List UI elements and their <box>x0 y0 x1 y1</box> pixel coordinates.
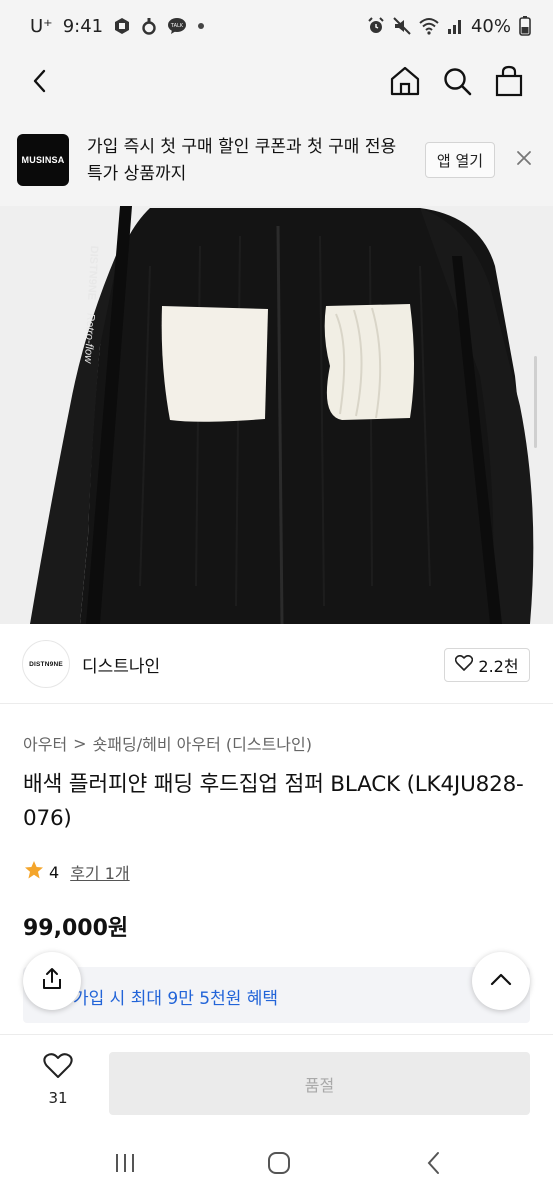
signal-icon <box>447 17 463 35</box>
brand-like-button[interactable]: 2.2천 <box>444 648 530 682</box>
heart-icon <box>43 1053 73 1083</box>
back-arrow-icon <box>28 67 52 99</box>
shopping-bag-icon <box>494 65 524 101</box>
home-circle-icon <box>266 1150 292 1180</box>
purchase-bar: 31 품절 <box>0 1034 553 1130</box>
product-title: 배색 플러피얀 패딩 후드집업 점퍼 BLACK (LK4JU828-076) <box>23 772 524 831</box>
musinsa-logo: MUSINSA <box>17 134 69 186</box>
banner-close-button[interactable] <box>512 148 536 172</box>
status-bar: U⁺ 9:41 TALK 40% <box>0 0 553 52</box>
clock: 9:41 <box>62 15 104 37</box>
breadcrumb: 아우터 > 숏패딩/헤비 아우터 (디스트나인) <box>23 731 312 755</box>
android-navigation-bar <box>0 1130 553 1200</box>
heart-icon <box>455 654 474 675</box>
talk-icon: TALK <box>167 17 187 35</box>
brand-logo[interactable]: DISTN9NE <box>22 640 70 688</box>
battery-percent: 40% <box>470 15 511 37</box>
alarm-icon <box>367 17 385 35</box>
app-icon <box>113 17 131 35</box>
share-icon <box>40 967 64 995</box>
rating-row: 4 후기 1개 <box>24 860 130 884</box>
battery-icon <box>519 16 531 36</box>
review-link[interactable]: 후기 1개 <box>70 860 129 884</box>
brand-like-count: 2.2천 <box>478 657 519 676</box>
jacket-illustration <box>0 206 553 624</box>
s-icon <box>141 17 157 35</box>
breadcrumb-level1[interactable]: 아우터 <box>23 731 67 755</box>
breadcrumb-level2[interactable]: 숏패딩/헤비 아우터 (디스트나인) <box>93 731 312 755</box>
scroll-top-button[interactable] <box>472 952 530 1010</box>
top-navigation <box>0 52 553 114</box>
search-icon <box>442 66 472 100</box>
svg-text:TALK: TALK <box>170 23 184 29</box>
mute-icon <box>393 17 411 35</box>
rating-value: 4 <box>49 862 60 882</box>
breadcrumb-separator: > <box>73 733 87 753</box>
cart-button[interactable] <box>487 61 531 105</box>
close-icon <box>516 150 532 170</box>
wifi-icon <box>419 17 439 35</box>
share-button[interactable] <box>23 952 81 1010</box>
back-button[interactable] <box>18 61 62 105</box>
product-image[interactable]: DISTN9NE Retro-flow <box>0 206 553 624</box>
back-nav-button[interactable] <box>414 1150 454 1180</box>
app-install-banner: MUSINSA 가입 즉시 첫 구매 할인 쿠폰과 첫 구매 전용 특가 상품까… <box>0 114 553 206</box>
dot-icon <box>197 22 205 30</box>
recent-apps-button[interactable] <box>105 1150 145 1180</box>
status-left: U⁺ 9:41 TALK <box>30 16 205 37</box>
image-scroll-indicator <box>534 356 537 448</box>
open-app-button[interactable]: 앱 열기 <box>425 142 495 178</box>
musinsa-logo-text: MUSINSA <box>21 155 65 165</box>
signup-benefit-text: 가입 시 최대 9만 5천원 혜택 <box>73 989 279 1009</box>
wishlist-button[interactable]: 31 <box>30 1053 86 1113</box>
product-price: 99,000원 <box>23 916 129 941</box>
status-right: 40% <box>367 16 531 37</box>
carrier-label: U⁺ <box>30 15 53 37</box>
recent-apps-icon <box>113 1152 137 1178</box>
signup-benefit-banner[interactable]: 가입 시 최대 9만 5천원 혜택 <box>23 967 530 1023</box>
search-button[interactable] <box>435 61 479 105</box>
star-icon <box>24 860 44 884</box>
brand-name[interactable]: 디스트나인 <box>82 652 160 677</box>
home-icon <box>389 65 421 101</box>
brand-logo-text: DISTN9NE <box>29 660 63 668</box>
home-nav-button[interactable] <box>259 1150 299 1180</box>
back-chevron-icon <box>426 1150 442 1180</box>
home-button[interactable] <box>383 61 427 105</box>
brand-row: DISTN9NE 디스트나인 2.2천 <box>0 624 553 704</box>
chevron-up-icon <box>489 971 513 991</box>
banner-message: 가입 즉시 첫 구매 할인 쿠폰과 첫 구매 전용 특가 상품까지 <box>87 137 397 184</box>
sold-out-button[interactable]: 품절 <box>109 1052 530 1115</box>
wishlist-count: 31 <box>48 1089 68 1107</box>
